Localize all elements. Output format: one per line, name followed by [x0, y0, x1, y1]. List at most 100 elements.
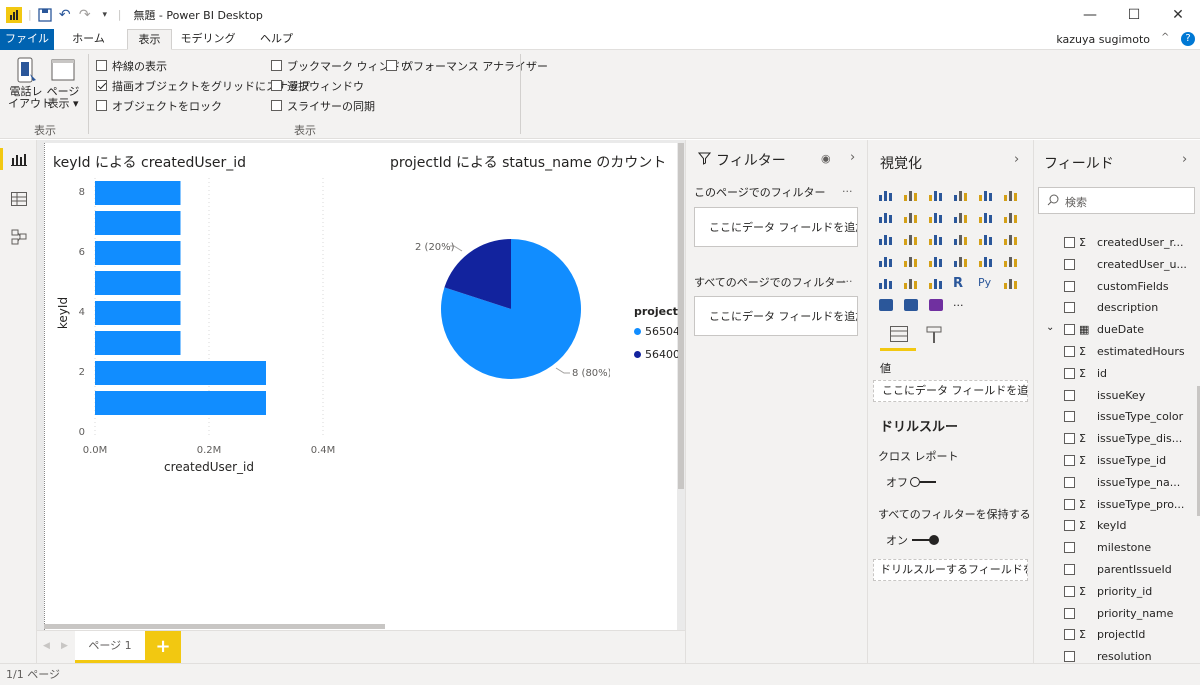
field-checkbox[interactable]: [1064, 542, 1075, 554]
field-item[interactable]: priority_name: [1034, 603, 1194, 625]
pie-icon[interactable]: [953, 232, 969, 246]
report-view-icon[interactable]: [8, 148, 30, 170]
matrix-icon[interactable]: [928, 276, 944, 290]
page-tab[interactable]: ページ 1: [75, 631, 145, 663]
waterfall-icon[interactable]: [878, 232, 894, 246]
gridlines-checkbox[interactable]: 枠線の表示: [96, 58, 167, 74]
pie-legend-item[interactable]: 56504: [634, 325, 678, 338]
bar-chart[interactable]: 0.0M 0.2M 0.4M 8 6 4 2 0 createdUser_id keyId: [45, 173, 385, 483]
lock-objects-checkbox[interactable]: オブジェクトをロック: [96, 98, 222, 114]
maximize-button[interactable]: ☐: [1112, 0, 1156, 29]
scatter-icon[interactable]: [928, 232, 944, 246]
more-options-icon[interactable]: ...: [842, 182, 853, 195]
stacked-bar-icon[interactable]: [878, 188, 894, 202]
line-icon[interactable]: [878, 210, 894, 224]
field-item[interactable]: createdUser_u...: [1034, 254, 1194, 276]
toggle-off-icon[interactable]: [910, 477, 936, 487]
field-item[interactable]: description: [1034, 297, 1194, 319]
field-item[interactable]: issueType_color: [1034, 406, 1194, 428]
prev-page-icon[interactable]: ◀: [43, 641, 50, 651]
chevron-right-icon[interactable]: ›: [1182, 152, 1187, 167]
close-button[interactable]: ✕: [1156, 0, 1200, 29]
canvas-vertical-scrollbar[interactable]: [678, 143, 684, 489]
bar[interactable]: [95, 181, 181, 205]
customize-quick-access-icon[interactable]: ▾: [98, 8, 112, 22]
card-icon[interactable]: [953, 254, 969, 268]
checkbox-box[interactable]: [96, 60, 107, 71]
field-item[interactable]: ΣcreatedUser_r...: [1034, 232, 1194, 254]
all-pages-filter-dropzone[interactable]: ここにデータ フィールドを追加し...: [694, 296, 858, 336]
field-item[interactable]: ΣissueType_dis...: [1034, 428, 1194, 450]
bar[interactable]: [95, 361, 266, 385]
bar[interactable]: [95, 391, 266, 415]
field-checkbox[interactable]: [1064, 367, 1075, 379]
phone-layout-button[interactable]: 電話レ イアウト: [8, 56, 52, 116]
report-page[interactable]: keyId による createdUser_id 0.0M 0.2M 0.4M 8 6 4…: [44, 143, 678, 630]
drillthrough-dropzone[interactable]: ドリルスルーするフィールドをここ...: [873, 559, 1028, 581]
field-item[interactable]: ΣissueType_id: [1034, 450, 1194, 472]
fields-well-icon[interactable]: [890, 326, 908, 345]
pie-chart[interactable]: 8 (80%) 2 (20%): [390, 223, 610, 423]
multirow-card-icon[interactable]: [978, 254, 994, 268]
treemap-icon[interactable]: [1003, 232, 1019, 246]
bar[interactable]: [95, 211, 181, 235]
line-clustered-icon[interactable]: [978, 210, 994, 224]
donut-icon[interactable]: [978, 232, 994, 246]
field-item[interactable]: issueType_na...: [1034, 472, 1194, 494]
tab-view[interactable]: 表示: [127, 29, 172, 50]
field-checkbox[interactable]: [1064, 346, 1075, 357]
field-checkbox[interactable]: [1064, 498, 1075, 510]
r-visual-icon[interactable]: R: [953, 276, 969, 291]
field-checkbox[interactable]: [1064, 302, 1075, 314]
more-options-icon[interactable]: ...: [842, 272, 853, 285]
key-influencers-icon[interactable]: [1003, 276, 1019, 290]
save-icon[interactable]: [38, 7, 52, 22]
format-paint-roller-icon[interactable]: [926, 326, 942, 347]
field-item[interactable]: ⌄ ▦ dueDate: [1034, 319, 1194, 341]
field-item[interactable]: Σpriority_id: [1034, 581, 1194, 603]
field-item[interactable]: resolution: [1034, 646, 1194, 663]
field-checkbox[interactable]: [1064, 433, 1075, 445]
minimize-button[interactable]: —: [1068, 0, 1112, 29]
checkbox-box[interactable]: [271, 80, 282, 91]
keep-filters-toggle[interactable]: オン: [886, 532, 940, 548]
checkbox-box[interactable]: [386, 60, 397, 71]
field-checkbox[interactable]: [1064, 280, 1075, 292]
bar[interactable]: [95, 301, 181, 325]
chevron-right-icon[interactable]: ›: [850, 150, 855, 165]
stacked-column-icon[interactable]: [903, 188, 919, 202]
python-visual-icon[interactable]: Py: [978, 276, 994, 290]
clustered-column-icon[interactable]: [953, 188, 969, 202]
field-item[interactable]: ΣissueType_pro...: [1034, 494, 1194, 516]
filled-map-icon[interactable]: [903, 254, 919, 268]
field-item[interactable]: issueKey: [1034, 385, 1194, 407]
field-item[interactable]: Σid: [1034, 363, 1194, 385]
tab-home[interactable]: ホーム: [66, 29, 111, 50]
shape-map-icon[interactable]: [878, 298, 894, 312]
field-checkbox[interactable]: [1064, 629, 1075, 641]
line-column-icon[interactable]: [953, 210, 969, 224]
performance-analyzer-checkbox[interactable]: パフォーマンス アナライザー: [386, 58, 548, 74]
model-view-icon[interactable]: [8, 226, 30, 248]
cross-report-toggle[interactable]: オフ: [886, 474, 936, 490]
field-checkbox[interactable]: [1064, 607, 1075, 619]
bar[interactable]: [95, 271, 181, 295]
field-checkbox[interactable]: [1064, 258, 1075, 270]
tab-file[interactable]: ファイル: [0, 29, 54, 50]
field-checkbox[interactable]: [1064, 389, 1075, 401]
field-checkbox[interactable]: [1064, 476, 1075, 488]
checkbox-box[interactable]: [96, 100, 107, 111]
next-page-icon[interactable]: ▶: [61, 641, 68, 651]
page-view-button[interactable]: ページ 表示 ▾: [46, 56, 80, 116]
field-checkbox[interactable]: [1064, 455, 1075, 466]
area-icon[interactable]: [903, 210, 919, 224]
redo-icon[interactable]: ↷: [78, 7, 92, 23]
sync-slicers-checkbox[interactable]: スライサーの同期: [271, 98, 375, 114]
checkbox-box[interactable]: [271, 60, 282, 71]
fields-search-box[interactable]: 検索: [1038, 187, 1195, 214]
field-item[interactable]: milestone: [1034, 537, 1194, 559]
chevron-right-icon[interactable]: ›: [1014, 152, 1019, 167]
values-dropzone[interactable]: ここにデータ フィールドを追加して...: [873, 380, 1028, 402]
field-item[interactable]: ΣkeyId: [1034, 515, 1194, 537]
pie-legend-item[interactable]: 56400: [634, 348, 678, 361]
